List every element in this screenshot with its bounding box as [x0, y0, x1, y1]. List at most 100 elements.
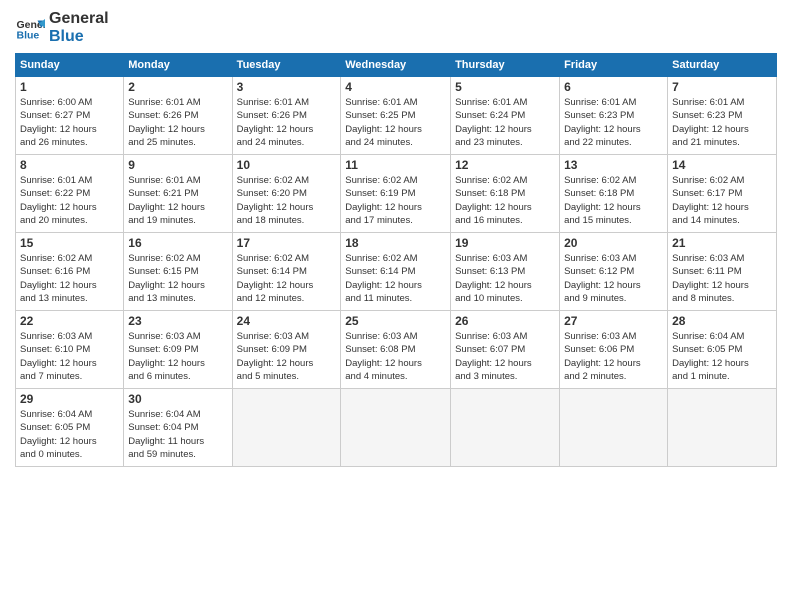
day-number: 24 — [237, 314, 337, 328]
weekday-header: Tuesday — [232, 54, 341, 77]
header: General Blue General Blue — [15, 10, 777, 45]
day-number: 28 — [672, 314, 772, 328]
calendar-day-cell: 5 Sunrise: 6:01 AMSunset: 6:24 PMDaylight… — [451, 77, 560, 155]
logo-icon: General Blue — [15, 13, 45, 43]
svg-text:Blue: Blue — [17, 29, 40, 41]
calendar-day-cell: 28Sunrise: 6:04 AMSunset: 6:05 PMDayligh… — [668, 311, 777, 389]
calendar-day-cell: 4 Sunrise: 6:01 AMSunset: 6:25 PMDaylight… — [341, 77, 451, 155]
day-number: 2 — [128, 80, 227, 94]
day-number: 8 — [20, 158, 119, 172]
weekday-header: Sunday — [16, 54, 124, 77]
calendar-day-cell: 17 Sunrise: 6:02 AMSunset: 6:14 PMDayligh… — [232, 233, 341, 311]
day-info: Sunrise: 6:02 AMSunset: 6:19 PMDaylight:… — [345, 174, 446, 227]
weekday-header: Thursday — [451, 54, 560, 77]
calendar-day-cell: 15 Sunrise: 6:02 AMSunset: 6:16 PMDayligh… — [16, 233, 124, 311]
day-info: Sunrise: 6:02 AMSunset: 6:16 PMDaylight:… — [20, 252, 119, 305]
day-number: 20 — [564, 236, 663, 250]
calendar-day-cell: 18 Sunrise: 6:02 AMSunset: 6:14 PMDayligh… — [341, 233, 451, 311]
day-info: Sunrise: 6:02 AMSunset: 6:18 PMDaylight:… — [455, 174, 555, 227]
day-number: 6 — [564, 80, 663, 94]
weekday-header: Saturday — [668, 54, 777, 77]
day-info: Sunrise: 6:01 AMSunset: 6:26 PMDaylight:… — [237, 96, 337, 149]
day-number: 12 — [455, 158, 555, 172]
calendar-day-cell: 8 Sunrise: 6:01 AMSunset: 6:22 PMDaylight… — [16, 155, 124, 233]
calendar-week-row: 29Sunrise: 6:04 AMSunset: 6:05 PMDayligh… — [16, 389, 777, 467]
calendar-day-cell: 27 Sunrise: 6:03 AMSunset: 6:06 PMDayligh… — [560, 311, 668, 389]
day-info: Sunrise: 6:04 AMSunset: 6:04 PMDaylight:… — [128, 408, 227, 461]
calendar-day-cell: 13 Sunrise: 6:02 AMSunset: 6:18 PMDayligh… — [560, 155, 668, 233]
calendar-week-row: 1Sunrise: 6:00 AMSunset: 6:27 PMDaylight… — [16, 77, 777, 155]
calendar-day-cell — [341, 389, 451, 467]
day-info: Sunrise: 6:03 AMSunset: 6:13 PMDaylight:… — [455, 252, 555, 305]
day-number: 26 — [455, 314, 555, 328]
day-info: Sunrise: 6:02 AMSunset: 6:14 PMDaylight:… — [345, 252, 446, 305]
day-info: Sunrise: 6:02 AMSunset: 6:15 PMDaylight:… — [128, 252, 227, 305]
day-info: Sunrise: 6:03 AMSunset: 6:11 PMDaylight:… — [672, 252, 772, 305]
day-info: Sunrise: 6:01 AMSunset: 6:23 PMDaylight:… — [672, 96, 772, 149]
day-info: Sunrise: 6:02 AMSunset: 6:14 PMDaylight:… — [237, 252, 337, 305]
day-info: Sunrise: 6:01 AMSunset: 6:25 PMDaylight:… — [345, 96, 446, 149]
calendar-day-cell: 19 Sunrise: 6:03 AMSunset: 6:13 PMDayligh… — [451, 233, 560, 311]
calendar-day-cell: 26 Sunrise: 6:03 AMSunset: 6:07 PMDayligh… — [451, 311, 560, 389]
calendar-week-row: 8 Sunrise: 6:01 AMSunset: 6:22 PMDaylight… — [16, 155, 777, 233]
calendar-day-cell: 14 Sunrise: 6:02 AMSunset: 6:17 PMDayligh… — [668, 155, 777, 233]
day-number: 13 — [564, 158, 663, 172]
day-info: Sunrise: 6:03 AMSunset: 6:07 PMDaylight:… — [455, 330, 555, 383]
logo-text: General Blue — [49, 10, 109, 45]
calendar-day-cell: 22Sunrise: 6:03 AMSunset: 6:10 PMDayligh… — [16, 311, 124, 389]
calendar-day-cell: 1Sunrise: 6:00 AMSunset: 6:27 PMDaylight… — [16, 77, 124, 155]
day-number: 19 — [455, 236, 555, 250]
calendar-week-row: 22Sunrise: 6:03 AMSunset: 6:10 PMDayligh… — [16, 311, 777, 389]
day-info: Sunrise: 6:02 AMSunset: 6:20 PMDaylight:… — [237, 174, 337, 227]
calendar-day-cell — [451, 389, 560, 467]
calendar-day-cell: 3 Sunrise: 6:01 AMSunset: 6:26 PMDaylight… — [232, 77, 341, 155]
day-number: 7 — [672, 80, 772, 94]
day-number: 4 — [345, 80, 446, 94]
day-number: 14 — [672, 158, 772, 172]
calendar-day-cell: 29Sunrise: 6:04 AMSunset: 6:05 PMDayligh… — [16, 389, 124, 467]
page: General Blue General Blue SundayMondayTu… — [0, 0, 792, 612]
day-info: Sunrise: 6:03 AMSunset: 6:12 PMDaylight:… — [564, 252, 663, 305]
calendar-day-cell: 2 Sunrise: 6:01 AMSunset: 6:26 PMDaylight… — [124, 77, 232, 155]
day-info: Sunrise: 6:04 AMSunset: 6:05 PMDaylight:… — [20, 408, 119, 461]
calendar-day-cell: 10 Sunrise: 6:02 AMSunset: 6:20 PMDayligh… — [232, 155, 341, 233]
day-number: 9 — [128, 158, 227, 172]
day-number: 25 — [345, 314, 446, 328]
day-number: 3 — [237, 80, 337, 94]
day-number: 23 — [128, 314, 227, 328]
day-info: Sunrise: 6:01 AMSunset: 6:22 PMDaylight:… — [20, 174, 119, 227]
day-number: 17 — [237, 236, 337, 250]
calendar-day-cell: 30 Sunrise: 6:04 AMSunset: 6:04 PMDayligh… — [124, 389, 232, 467]
calendar-day-cell: 23Sunrise: 6:03 AMSunset: 6:09 PMDayligh… — [124, 311, 232, 389]
day-info: Sunrise: 6:03 AMSunset: 6:10 PMDaylight:… — [20, 330, 119, 383]
day-info: Sunrise: 6:01 AMSunset: 6:24 PMDaylight:… — [455, 96, 555, 149]
day-info: Sunrise: 6:03 AMSunset: 6:08 PMDaylight:… — [345, 330, 446, 383]
calendar-day-cell — [232, 389, 341, 467]
calendar-header-row: SundayMondayTuesdayWednesdayThursdayFrid… — [16, 54, 777, 77]
calendar-week-row: 15 Sunrise: 6:02 AMSunset: 6:16 PMDayligh… — [16, 233, 777, 311]
day-info: Sunrise: 6:03 AMSunset: 6:06 PMDaylight:… — [564, 330, 663, 383]
day-number: 5 — [455, 80, 555, 94]
calendar-day-cell: 6Sunrise: 6:01 AMSunset: 6:23 PMDaylight… — [560, 77, 668, 155]
weekday-header: Friday — [560, 54, 668, 77]
calendar-day-cell: 21 Sunrise: 6:03 AMSunset: 6:11 PMDayligh… — [668, 233, 777, 311]
day-number: 27 — [564, 314, 663, 328]
day-number: 10 — [237, 158, 337, 172]
day-number: 15 — [20, 236, 119, 250]
day-number: 30 — [128, 392, 227, 406]
calendar-day-cell: 12 Sunrise: 6:02 AMSunset: 6:18 PMDayligh… — [451, 155, 560, 233]
day-info: Sunrise: 6:03 AMSunset: 6:09 PMDaylight:… — [237, 330, 337, 383]
day-number: 18 — [345, 236, 446, 250]
weekday-header: Wednesday — [341, 54, 451, 77]
calendar-day-cell: 20 Sunrise: 6:03 AMSunset: 6:12 PMDayligh… — [560, 233, 668, 311]
day-info: Sunrise: 6:02 AMSunset: 6:17 PMDaylight:… — [672, 174, 772, 227]
calendar-day-cell: 24 Sunrise: 6:03 AMSunset: 6:09 PMDayligh… — [232, 311, 341, 389]
day-info: Sunrise: 6:02 AMSunset: 6:18 PMDaylight:… — [564, 174, 663, 227]
calendar-day-cell: 7 Sunrise: 6:01 AMSunset: 6:23 PMDaylight… — [668, 77, 777, 155]
weekday-header: Monday — [124, 54, 232, 77]
calendar-day-cell: 25 Sunrise: 6:03 AMSunset: 6:08 PMDayligh… — [341, 311, 451, 389]
day-number: 21 — [672, 236, 772, 250]
day-number: 1 — [20, 80, 119, 94]
logo: General Blue General Blue — [15, 10, 109, 45]
day-info: Sunrise: 6:01 AMSunset: 6:26 PMDaylight:… — [128, 96, 227, 149]
